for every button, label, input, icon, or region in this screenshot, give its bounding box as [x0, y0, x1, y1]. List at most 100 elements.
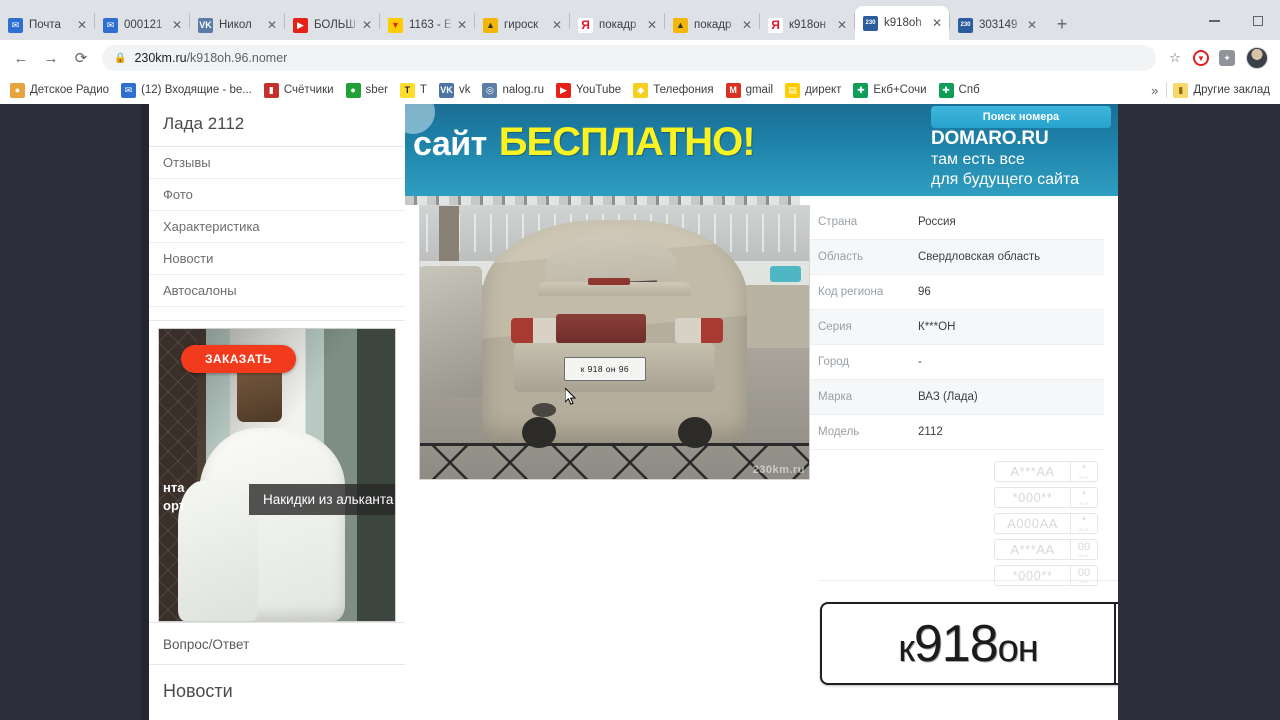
sidebar-promo-banner[interactable]: нта орт ЗАКАЗАТЬ Накидки из альканта [158, 328, 396, 622]
tab-000121[interactable]: ✉ 000121 ✕ [95, 10, 189, 40]
tab-303149[interactable]: 230 303149 ✕ [950, 10, 1044, 40]
tab-к918он[interactable]: Як918он ✕ [760, 10, 854, 40]
forward-button[interactable]: → [36, 43, 66, 73]
tab-title: k918oh [884, 17, 922, 29]
maximize-button[interactable] [1236, 6, 1280, 36]
minimize-button[interactable] [1192, 6, 1236, 36]
title-bar: ✉ Почта ✕ ✉ 000121 ✕ VK Никол ✕ ▶ БОЛЬШ ✕ ▼ 1163 - Е ✕… [0, 0, 1280, 40]
bookmark--12-входящие-be-[interactable]: ✉ (12) Входящие - be... [115, 79, 258, 101]
tab-close-icon[interactable]: ✕ [169, 18, 185, 32]
tab-больш[interactable]: ▶ БОЛЬШ ✕ [285, 10, 379, 40]
plate-digits: 918 [913, 614, 999, 673]
tab-close-icon[interactable]: ✕ [644, 18, 660, 32]
address-bar[interactable]: 🔒 230km.ru/k918oh.96.nomer [102, 45, 1156, 71]
reload-button[interactable]: ⟳ [66, 43, 96, 73]
tab-close-icon[interactable]: ✕ [359, 18, 375, 32]
tab-k918oh[interactable]: 230 k918oh ✕ [855, 6, 949, 40]
plate-pattern-region-value: * [1081, 462, 1087, 475]
plate-pattern-item[interactable]: A000AA * RUS [994, 513, 1098, 534]
url-path: /k918oh.96.nomer [186, 51, 288, 65]
bookmark-label: (12) Входящие - be... [141, 84, 252, 96]
bookmark-t[interactable]: TT [394, 79, 433, 101]
tab-title: к918он [789, 19, 826, 31]
plate-letter-suffix: он [997, 627, 1039, 670]
plate-pattern-item[interactable]: A***AA * RUS [994, 461, 1098, 482]
content-divider [819, 580, 1118, 581]
ad-banner[interactable]: сайт БЕСПЛАТНО! Поиск номера DOMARO.RU та… [405, 104, 1118, 196]
bookmarks-overflow-group: » ▮ Другие заклад [1143, 79, 1276, 101]
bookmark-star-icon[interactable]: ☆ [1162, 45, 1188, 71]
tab-покадр[interactable]: Япокадр ✕ [570, 10, 664, 40]
photo-taillight-right [675, 318, 723, 343]
tab-close-icon[interactable]: ✕ [834, 18, 850, 32]
youtube-icon: ▶ [556, 82, 572, 98]
info-value: 96 [918, 286, 931, 298]
nalog-icon: ◎ [482, 82, 498, 98]
chart-icon: ▮ [263, 82, 279, 98]
photo-car-body: к 918 он 96 [482, 219, 747, 448]
plate-pattern-item[interactable]: A***AA 00 RUS [994, 539, 1098, 560]
vehicle-info-table: Страна Россия Область Свердловская область К… [810, 205, 1104, 450]
puzzle-extension-icon[interactable]: ✦ [1214, 45, 1240, 71]
page-viewport: Лада 2112 Отзывы Фото Характеристика Нов… [0, 104, 1280, 720]
photo-foreground-railing [420, 443, 809, 479]
profile-avatar[interactable] [1246, 47, 1268, 69]
bookmark-спб[interactable]: ✚ Спб [933, 79, 986, 101]
tab-close-icon[interactable]: ✕ [549, 18, 565, 32]
tab-гироск[interactable]: ▲ гироск ✕ [475, 10, 569, 40]
tab-1163-е[interactable]: ▼ 1163 - Е ✕ [380, 10, 474, 40]
new-tab-button[interactable]: + [1048, 10, 1076, 38]
bookmark-sber[interactable]: ● sber [340, 79, 394, 101]
promo-side-text: нта орт [163, 480, 186, 513]
bookmark-директ[interactable]: ▤ директ [779, 79, 847, 101]
tab-почта[interactable]: ✉ Почта ✕ [0, 10, 94, 40]
bookmark-vk[interactable]: VK vk [433, 79, 477, 101]
bookmark-детское-радио[interactable]: ● Детское Радио [4, 79, 115, 101]
promo-order-button[interactable]: ЗАКАЗАТЬ [181, 345, 296, 373]
bookmark-екб-сочи[interactable]: ✚ Екб+Сочи [847, 79, 932, 101]
bookmark-nalog-ru[interactable]: ◎ nalog.ru [476, 79, 550, 101]
image-icon: ▲ [673, 17, 688, 33]
bookmark-телефония[interactable]: ◆ Телефония [627, 79, 719, 101]
info-row: Марка ВАЗ (Лада) [810, 380, 1104, 415]
bookmark-label: gmail [745, 84, 774, 96]
plate-pattern-region: * RUS [1070, 462, 1097, 481]
back-button[interactable]: ← [6, 43, 36, 73]
photo-trunk-panel [556, 313, 647, 343]
sidebar-item-qa[interactable]: Вопрос/Ответ [149, 622, 405, 665]
sidebar-item-harakteristika[interactable]: Характеристика [149, 211, 405, 243]
tab-close-icon[interactable]: ✕ [739, 18, 755, 32]
bookmarks-overflow-chevron[interactable]: » [1143, 83, 1166, 98]
sidebar-heading-news: Новости [163, 681, 233, 701]
sidebar-item-novosti[interactable]: Новости [149, 243, 405, 275]
sidebar-item-otzyvy[interactable]: Отзывы [149, 147, 405, 179]
plate-pattern-item[interactable]: *000** * RUS [994, 487, 1098, 508]
mail-icon: ✉ [121, 82, 137, 98]
bookmark-other-bookmarks[interactable]: ▮ Другие заклад [1167, 79, 1276, 101]
radio-icon: ● [10, 82, 25, 98]
bookmark-youtube[interactable]: ▶ YouTube [550, 79, 627, 101]
banner-search-button[interactable]: Поиск номера [931, 106, 1111, 128]
car-photo[interactable]: к 918 он 96 230km.ru [419, 205, 810, 480]
youtube-icon: ▶ [293, 17, 308, 33]
bookmark-gmail[interactable]: Mgmail [720, 79, 779, 101]
tab-close-icon[interactable]: ✕ [1024, 18, 1040, 32]
info-value: - [918, 356, 922, 368]
sidebar-item-avtosalony[interactable]: Автосалоны [149, 275, 405, 307]
sber-icon: ● [345, 82, 361, 98]
opera-extension-icon[interactable]: ▼ [1188, 45, 1214, 71]
plate-pattern-region: 00 RUS [1070, 566, 1097, 585]
bookmark-счётчики[interactable]: ▮ Счётчики [258, 79, 340, 101]
tab-close-icon[interactable]: ✕ [74, 18, 90, 32]
bulb-icon: ◆ [633, 82, 649, 98]
sidebar-item-foto[interactable]: Фото [149, 179, 405, 211]
tab-close-icon[interactable]: ✕ [264, 18, 280, 32]
tab-покадр[interactable]: ▲ покадр ✕ [665, 10, 759, 40]
tab-title: 1163 - Е [409, 19, 452, 31]
plate-pattern-region-value: 00 [1077, 540, 1091, 553]
tab-close-icon[interactable]: ✕ [454, 18, 470, 32]
tab-никол[interactable]: VK Никол ✕ [190, 10, 284, 40]
plate-pattern-item[interactable]: *000** 00 RUS [994, 565, 1098, 586]
tab-close-icon[interactable]: ✕ [929, 16, 945, 30]
yandex-icon: Я [578, 17, 593, 33]
